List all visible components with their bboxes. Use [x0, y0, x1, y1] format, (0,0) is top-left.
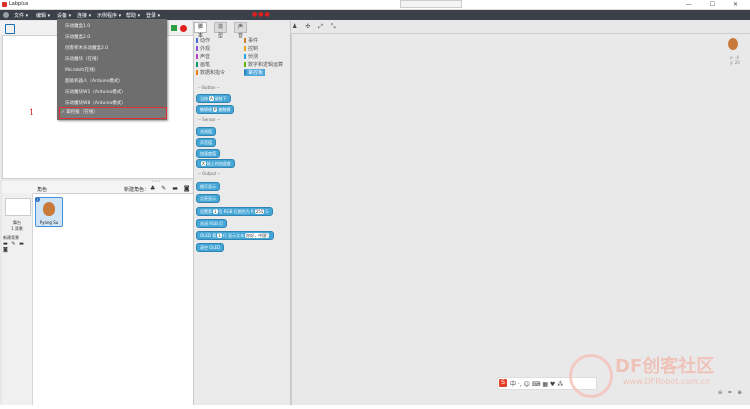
title-bar: Labplus — ☐ ✕: [0, 0, 750, 10]
menu-examples[interactable]: 示例程序 ▾: [97, 12, 121, 19]
current-sprite-icon: [728, 38, 738, 50]
sprite-header-label: 角色: [37, 187, 48, 193]
block-display-off[interactable]: 熄灭显示: [196, 182, 220, 191]
category-mpython[interactable]: 掌控板: [244, 69, 266, 76]
block-display-on[interactable]: 点亮显示: [196, 194, 220, 203]
ime-text: 中 ·, ☺ ⌨ ▦ ♥ ⁂: [510, 381, 564, 388]
sprite-card[interactable]: i Pyong Su: [35, 197, 63, 227]
stage-marker: 1: [29, 108, 35, 117]
sprite-header: 角色 新建角色： ♣ ✎ ▬ ◙ ▫ ▫ ▫: [2, 179, 192, 193]
category-operators[interactable]: 数字和逻辑运算: [244, 61, 283, 68]
menu-connect[interactable]: 连接 ▾: [77, 12, 91, 19]
menu-item-device-6[interactable]: 超级机器人（Arduino模式）: [65, 78, 123, 84]
info-icon[interactable]: i: [35, 197, 40, 202]
menu-item-device-8[interactable]: 乐动魔块W8（Arduino模式）: [65, 100, 126, 106]
connection-status-dots: ●●●: [252, 11, 271, 18]
category-events[interactable]: 事件: [244, 37, 258, 44]
block-sound-value[interactable]: 声音值: [196, 138, 216, 147]
green-flag-icon[interactable]: [171, 25, 177, 31]
monkey-sprite-icon: [43, 202, 55, 216]
robot-logo-icon: [569, 354, 613, 398]
watermark: DF创客社区 www.DFRobot.com.cn: [563, 350, 743, 400]
sprite-name: Pyong Su: [39, 220, 59, 225]
device-dropdown: 乐动魔盒1.0 乐动魔盒2.0 创客积木乐动魔盒2.0 乐动魔块（在线） Mic…: [57, 19, 167, 120]
title-input-area: [400, 0, 462, 8]
menu-file[interactable]: 文件 ▾: [14, 12, 28, 19]
menu-item-device-7[interactable]: 乐动魔块W1（Arduino模式）: [65, 89, 126, 95]
script-tools[interactable]: ♟ ✣ ⤢ ⤡: [292, 23, 339, 31]
menu-item-device-1[interactable]: 乐动魔盒1.0: [65, 23, 90, 29]
category-sound[interactable]: 声音: [196, 53, 210, 60]
menu-login[interactable]: 登录 ▾: [146, 12, 160, 19]
watermark-brand: DF创客社区: [615, 356, 715, 377]
block-light-value[interactable]: 光线值: [196, 127, 216, 136]
menu-item-device-5[interactable]: Microbit(在线): [65, 67, 96, 73]
menu-help[interactable]: 帮助 ▾: [126, 12, 140, 19]
menu-item-device-3[interactable]: 创客积木乐动魔盒2.0: [65, 45, 108, 51]
category-motion[interactable]: 动作: [196, 37, 210, 44]
section-sensor: -- Sensor --: [198, 117, 221, 122]
menu-item-device-9[interactable]: ✓ 掌控板（在线）: [61, 109, 98, 115]
fullscreen-icon[interactable]: [5, 24, 15, 34]
sprite-zoom-hint: ▫ ▫ ▫: [152, 179, 161, 183]
section-button: -- Button --: [198, 85, 220, 90]
menu-item-device-4[interactable]: 乐动魔块（在线）: [65, 56, 101, 62]
stage-label: 舞台 1 背景: [11, 220, 23, 231]
window-title: Labplus: [9, 1, 29, 7]
stage-thumbnail[interactable]: [5, 198, 31, 216]
bottom-bar: [0, 405, 750, 409]
menu-item-device-2[interactable]: 乐动魔盒2.0: [65, 34, 90, 40]
new-sprite-label: 新建角色：: [124, 187, 150, 193]
stop-button[interactable]: [180, 25, 187, 32]
tab-sounds[interactable]: 声音: [234, 22, 248, 39]
menu-device[interactable]: 设备 ▾: [57, 12, 71, 19]
watermark-url: www.DFRobot.com.cn: [623, 377, 711, 386]
tab-scripts[interactable]: 脚本: [194, 22, 208, 39]
app-logo-icon: [2, 2, 7, 7]
menu-edit[interactable]: 编辑 ▾: [36, 12, 50, 19]
sprite-coords: x: -4 y: 20: [730, 55, 740, 65]
new-sprite-tools[interactable]: ♣ ✎ ▬ ◙: [150, 185, 192, 192]
block-oled-text[interactable]: OLED 第1行 显示文本 你好，中国!: [196, 231, 274, 240]
sogou-icon: S: [499, 379, 507, 387]
tab-costumes[interactable]: 造型: [214, 22, 228, 39]
category-looks[interactable]: 外观: [196, 45, 210, 52]
category-data[interactable]: 数据和指令: [196, 69, 225, 76]
block-set-rgb[interactable]: 设置第 1 号 RGB 灯颜色为 R 255 G: [196, 207, 273, 216]
block-oled-clear[interactable]: 清空 OLED: [196, 243, 225, 252]
globe-icon[interactable]: [3, 12, 9, 18]
block-touch-pad[interactable]: 触摸键 P 被触摸: [196, 105, 235, 114]
block-rgb-off[interactable]: 关闭 RGB 灯: [196, 219, 228, 228]
new-backdrop-tools[interactable]: ▬ ✎ ▬ ◙: [3, 241, 32, 253]
section-output: -- Output --: [198, 171, 221, 176]
window-controls[interactable]: — ☐ ✕: [686, 1, 746, 8]
block-accel-value[interactable]: 加速度值: [196, 149, 220, 158]
category-pen[interactable]: 画笔: [196, 61, 210, 68]
block-button-pressed[interactable]: 当按 A 键按下: [196, 94, 231, 103]
stage-column: 舞台 1 背景 新建背景 ▬ ✎ ▬ ◙: [2, 193, 33, 405]
category-sensing[interactable]: 侦测: [244, 53, 258, 60]
block-axis-accel[interactable]: X 轴上的加速度: [196, 159, 235, 168]
category-control[interactable]: 控制: [244, 45, 258, 52]
